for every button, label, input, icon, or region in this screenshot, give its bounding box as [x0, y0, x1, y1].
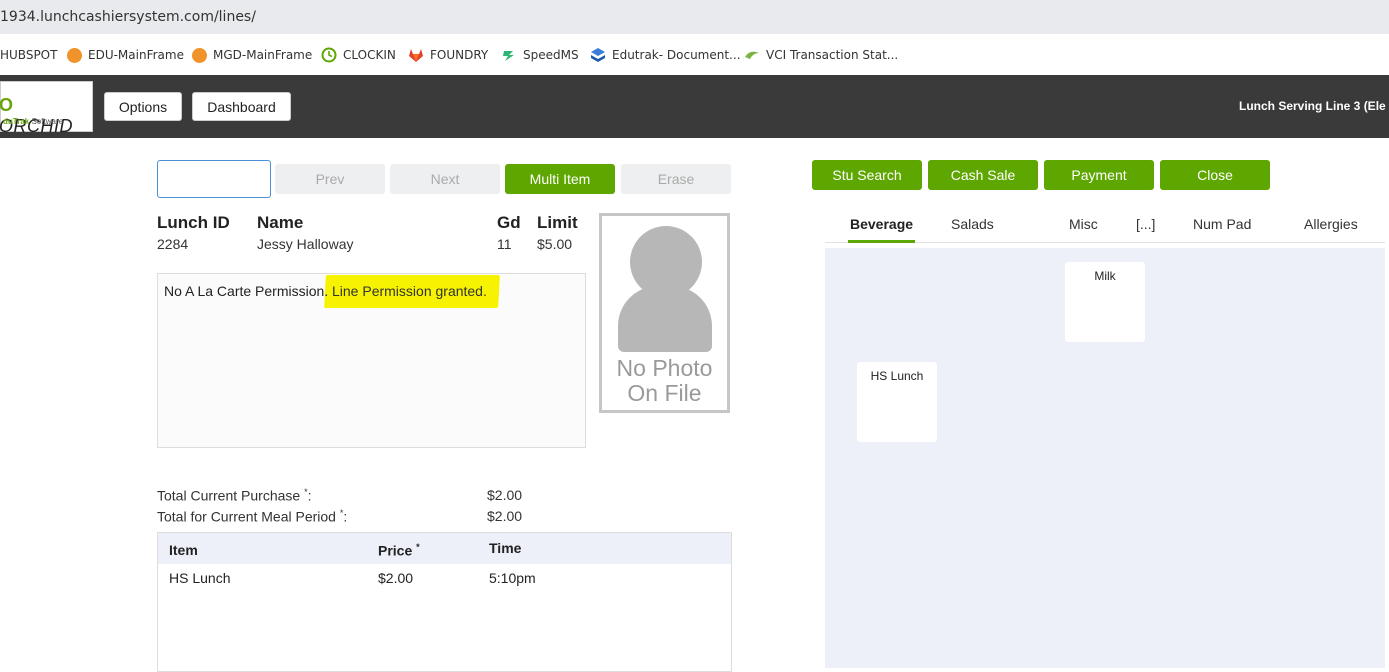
- grade-label: Gd: [497, 213, 521, 232]
- orchid-logo[interactable]: O ORCHID duTrak Software: [0, 81, 93, 136]
- column-header-price: Price *: [378, 542, 420, 559]
- payment-button[interactable]: Payment: [1044, 160, 1154, 190]
- mainframe-icon: [66, 47, 82, 63]
- bookmark-label: HUBSPOT: [0, 48, 58, 62]
- bookmark-label: MGD-MainFrame: [213, 48, 313, 62]
- student-name-value: Jessy Halloway: [257, 236, 354, 252]
- student-message-box: No A La Carte Permission. Line Permissio…: [157, 273, 586, 448]
- edutrak-icon: [590, 47, 606, 63]
- bookmark-label: VCI Transaction Stat...: [766, 48, 899, 62]
- dashboard-button[interactable]: Dashboard: [192, 92, 291, 121]
- logo-subtitle: duTrak Software: [3, 117, 64, 126]
- clock-icon: [321, 47, 337, 63]
- bookmark-clockin[interactable]: CLOCKIN: [321, 46, 396, 64]
- erase-button[interactable]: Erase: [621, 164, 731, 194]
- item-selection-area: Milk HS Lunch: [825, 248, 1385, 668]
- serving-line-title: Lunch Serving Line 3 (Ele: [1239, 99, 1386, 113]
- vci-icon: [744, 47, 760, 63]
- bookmark-edutrak-document[interactable]: Edutrak- Document...: [590, 46, 741, 64]
- purchases-table: Item Price * Time HS Lunch $2.00 5:10pm: [157, 532, 732, 672]
- lunch-id-input[interactable]: [157, 160, 271, 198]
- bookmark-label: FOUNDRY: [430, 48, 489, 62]
- tab-beverage[interactable]: Beverage: [850, 216, 913, 232]
- limit-label: Limit: [537, 213, 578, 232]
- grade-value: 11: [497, 236, 512, 252]
- tab-num-pad[interactable]: Num Pad: [1193, 216, 1251, 232]
- close-button[interactable]: Close: [1160, 160, 1270, 190]
- next-button[interactable]: Next: [390, 164, 500, 194]
- browser-url-bar[interactable]: 1934.lunchcashiersystem.com/lines/: [0, 0, 1389, 34]
- bookmark-speedms[interactable]: SpeedMS: [501, 46, 579, 64]
- prev-button[interactable]: Prev: [275, 164, 385, 194]
- app-header: O ORCHID duTrak Software Options Dashboa…: [0, 75, 1389, 138]
- student-photo-placeholder: No Photo On File: [599, 213, 730, 413]
- stu-search-button[interactable]: Stu Search: [812, 160, 922, 190]
- total-current-purchase-value: $2.00: [487, 487, 523, 503]
- bookmark-hubspot[interactable]: HUBSPOT: [0, 46, 57, 64]
- multi-item-button[interactable]: Multi Item: [505, 164, 615, 194]
- column-header-item: Item: [169, 542, 198, 558]
- tab-allergies[interactable]: Allergies: [1304, 216, 1358, 232]
- tab-salads[interactable]: Salads: [951, 216, 994, 232]
- name-label: Name: [257, 213, 304, 232]
- bookmark-label: EDU-MainFrame: [88, 48, 184, 62]
- bookmark-label: Edutrak- Document...: [612, 48, 741, 62]
- tab-misc[interactable]: Misc: [1069, 216, 1098, 232]
- item-card-milk[interactable]: Milk: [1065, 262, 1145, 342]
- bookmarks-bar: HUBSPOT EDU-MainFrame MGD-MainFrame CLOC…: [0, 34, 1389, 75]
- no-photo-text: No Photo On File: [616, 355, 713, 406]
- bookmark-label: CLOCKIN: [343, 48, 396, 62]
- row-time: 5:10pm: [489, 570, 536, 586]
- limit-value: $5.00: [537, 236, 573, 252]
- options-button[interactable]: Options: [104, 92, 182, 121]
- lunch-id-value: 2284: [157, 236, 189, 252]
- row-item: HS Lunch: [169, 570, 231, 586]
- total-meal-period-label: Total for Current Meal Period *:: [157, 508, 348, 525]
- lunch-id-label: Lunch ID: [157, 213, 230, 232]
- mainframe-icon: [191, 47, 207, 63]
- table-header: Item Price * Time: [158, 533, 731, 564]
- logo-wordmark: O ORCHID: [0, 95, 73, 136]
- category-tabs: Beverage Salads Misc [...] Num Pad Aller…: [825, 210, 1385, 243]
- avatar-body-icon: [618, 286, 712, 352]
- bookmark-label: SpeedMS: [523, 48, 579, 62]
- bookmark-vci-transaction[interactable]: VCI Transaction Stat...: [744, 46, 898, 64]
- bookmark-mgd-mainframe[interactable]: MGD-MainFrame: [191, 46, 312, 64]
- total-meal-period-value: $2.00: [487, 508, 523, 524]
- speedms-icon: [501, 47, 517, 63]
- cash-sale-button[interactable]: Cash Sale: [928, 160, 1038, 190]
- permission-granted-message: Line Permission granted.: [332, 283, 487, 299]
- item-card-hs-lunch[interactable]: HS Lunch: [857, 362, 937, 442]
- bookmark-foundry[interactable]: FOUNDRY: [408, 46, 488, 64]
- row-price: $2.00: [378, 570, 414, 586]
- gitlab-icon: [408, 47, 424, 63]
- bookmark-edu-mainframe[interactable]: EDU-MainFrame: [66, 46, 184, 64]
- active-tab-indicator: [848, 240, 915, 243]
- permission-message: No A La Carte Permission.: [164, 283, 329, 299]
- column-header-time: Time: [489, 540, 522, 556]
- total-current-purchase-label: Total Current Purchase *:: [157, 487, 312, 504]
- tab-more[interactable]: [...]: [1136, 216, 1155, 232]
- url-text[interactable]: 1934.lunchcashiersystem.com/lines/: [0, 9, 256, 25]
